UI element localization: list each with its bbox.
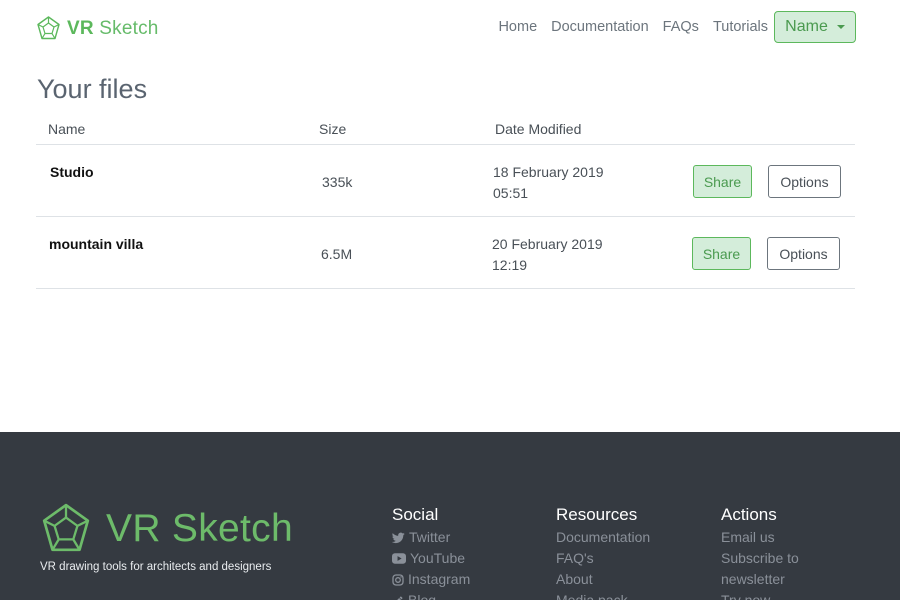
pencil-icon bbox=[396, 596, 403, 600]
column-name: Name bbox=[48, 121, 86, 137]
nav-faqs[interactable]: FAQs bbox=[663, 19, 699, 35]
file-time: 05:51 bbox=[493, 185, 529, 201]
footer-link-instagram[interactable]: Instagram bbox=[392, 569, 470, 590]
table-header: Name Size Date Modified bbox=[36, 112, 855, 145]
file-size: 6.5M bbox=[321, 246, 353, 262]
footer-actions-title: Actions bbox=[721, 505, 777, 524]
footer: VR Sketch VR drawing tools for architect… bbox=[0, 432, 900, 600]
user-menu-button[interactable]: Name bbox=[774, 11, 856, 43]
file-size: 335k bbox=[322, 174, 353, 190]
youtube-icon bbox=[392, 553, 406, 564]
instagram-icon bbox=[392, 573, 404, 586]
footer-link-blog-label: Blog bbox=[408, 592, 437, 600]
footer-resources-title: Resources bbox=[556, 505, 638, 524]
footer-link-youtube-label: YouTube bbox=[410, 550, 466, 566]
file-name[interactable]: mountain villa bbox=[49, 236, 143, 252]
file-date: 20 February 2019 bbox=[492, 236, 603, 252]
footer-brand[interactable]: VR Sketch bbox=[40, 503, 293, 555]
footer-actions: Actions Email us Subscribe to newsletter… bbox=[721, 505, 799, 600]
footer-link-blog[interactable]: Blog bbox=[392, 590, 470, 600]
nav-links: Home Documentation FAQs Tutorials bbox=[484, 19, 768, 35]
table-row: Studio 335k 18 February 2019 05:51 Share… bbox=[36, 145, 855, 217]
file-date: 18 February 2019 bbox=[493, 164, 604, 180]
footer-link-about[interactable]: About bbox=[556, 569, 650, 590]
footer-link-twitter[interactable]: Twitter bbox=[392, 527, 470, 548]
footer-tagline: VR drawing tools for architects and desi… bbox=[40, 561, 272, 573]
file-time: 12:19 bbox=[492, 257, 528, 273]
options-button[interactable]: Options bbox=[767, 237, 840, 270]
brand-link[interactable]: VR Sketch bbox=[36, 16, 159, 41]
footer-link-instagram-label: Instagram bbox=[408, 571, 471, 587]
nav-documentation[interactable]: Documentation bbox=[551, 19, 649, 35]
column-date-modified: Date Modified bbox=[495, 121, 582, 137]
column-size: Size bbox=[319, 121, 347, 137]
dodecahedron-logo-icon bbox=[42, 503, 90, 552]
brand-name: VR Sketch bbox=[67, 17, 159, 39]
options-button[interactable]: Options bbox=[768, 165, 841, 198]
footer-brand-name: VR Sketch bbox=[106, 507, 293, 550]
footer-link-media-pack[interactable]: Media pack bbox=[556, 590, 650, 600]
page-title: Your files bbox=[37, 74, 148, 104]
twitter-icon bbox=[392, 532, 405, 543]
footer-link-subscribe[interactable]: Subscribe to bbox=[721, 548, 799, 569]
user-menu-label: Name bbox=[785, 18, 828, 35]
nav-tutorials[interactable]: Tutorials bbox=[713, 19, 768, 35]
footer-link-twitter-label: Twitter bbox=[409, 529, 451, 545]
files-table: Name Size Date Modified Studio 335k 18 F… bbox=[36, 112, 855, 289]
footer-link-documentation[interactable]: Documentation bbox=[556, 527, 650, 548]
footer-link-email-us[interactable]: Email us bbox=[721, 527, 799, 548]
caret-down-icon bbox=[836, 25, 845, 29]
footer-resources: Resources Documentation FAQ's About Medi… bbox=[556, 505, 650, 600]
footer-social: Social Twitter YouTube Instagram Blog bbox=[392, 505, 470, 600]
file-date-modified: 20 February 2019 12:19 bbox=[492, 234, 603, 276]
file-date-modified: 18 February 2019 05:51 bbox=[493, 162, 604, 204]
footer-link-try-now[interactable]: Try now bbox=[721, 590, 799, 600]
footer-link-youtube[interactable]: YouTube bbox=[392, 548, 470, 569]
footer-link-newsletter[interactable]: newsletter bbox=[721, 569, 799, 590]
dodecahedron-logo-icon bbox=[37, 16, 60, 40]
file-name[interactable]: Studio bbox=[50, 164, 94, 180]
navbar: VR Sketch Home Documentation FAQs Tutori… bbox=[0, 0, 900, 56]
footer-link-faqs[interactable]: FAQ's bbox=[556, 548, 650, 569]
nav-home[interactable]: Home bbox=[498, 19, 537, 35]
share-button[interactable]: Share bbox=[693, 165, 752, 198]
share-button[interactable]: Share bbox=[692, 237, 751, 270]
table-row: mountain villa 6.5M 20 February 2019 12:… bbox=[36, 217, 855, 289]
footer-social-title: Social bbox=[392, 505, 439, 524]
